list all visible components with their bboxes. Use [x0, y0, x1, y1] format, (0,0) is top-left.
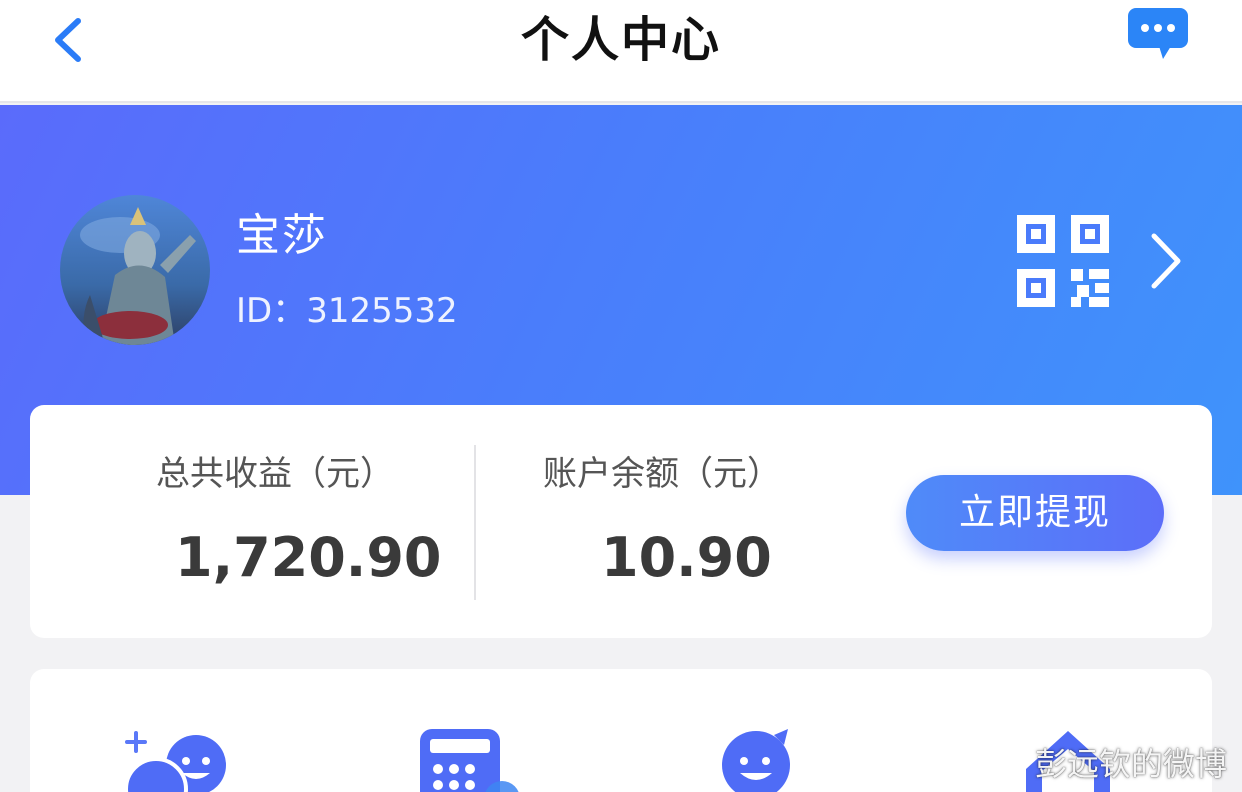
add-friends-icon [124, 731, 226, 792]
earnings-card: 总共收益（元） 1,720.90 账户余额（元） 10.90 立即提现 [30, 405, 1212, 638]
nav-bar: 个人中心 [0, 0, 1242, 103]
page-title: 个人中心 [520, 12, 721, 68]
avatar-image [60, 195, 210, 345]
chevron-right-icon [1151, 233, 1181, 289]
withdraw-button[interactable]: 立即提现 [906, 475, 1164, 551]
menu-item-profile[interactable] [720, 729, 840, 792]
total-earnings-value: 1,720.90 [175, 526, 442, 589]
weibo-logo-icon [986, 746, 1029, 780]
menu-item-add-friends[interactable] [122, 729, 242, 792]
profile-page: 个人中心 宝莎 ID：3125532 总共收益（元） 1,720.90 账户余额… [0, 0, 1242, 792]
balance-value: 10.90 [601, 526, 772, 589]
profile-detail-arrow[interactable] [1140, 228, 1190, 294]
smiley-person-icon [722, 729, 790, 792]
calculator-icon [420, 729, 519, 792]
username: 宝莎 [236, 210, 328, 261]
card-divider [474, 445, 476, 600]
balance-label: 账户余额（元） [543, 454, 781, 494]
watermark-text: 彭远钦的微博 [1035, 745, 1228, 783]
avatar[interactable] [60, 195, 210, 345]
menu-item-calculator[interactable] [418, 729, 538, 792]
total-earnings-label: 总共收益（元） [156, 454, 394, 494]
user-id: ID：3125532 [236, 291, 458, 331]
chat-bubble-icon [1128, 8, 1188, 59]
qr-code-button[interactable] [1017, 215, 1109, 307]
message-button[interactable] [1125, 6, 1191, 62]
qr-code-icon [1017, 215, 1109, 307]
watermark: 彭远钦的微博 [985, 738, 1227, 786]
